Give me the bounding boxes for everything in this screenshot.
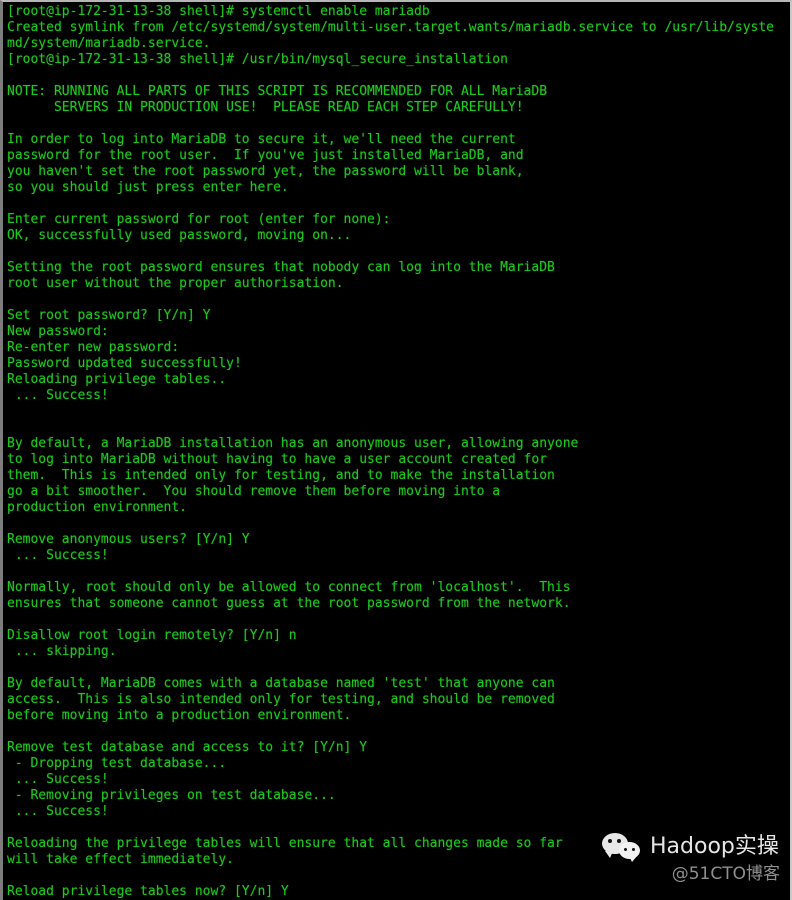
terminal-line: Created symlink from /etc/systemd/system… [7, 20, 775, 35]
terminal-window[interactable]: [root@ip-172-31-13-38 shell]# systemctl … [0, 0, 792, 900]
terminal-line: md/system/mariadb.service. [7, 36, 211, 51]
terminal-line: ensures that someone cannot guess at the… [7, 596, 571, 611]
terminal-line: before moving into a production environm… [7, 708, 352, 723]
terminal-line: By default, MariaDB comes with a databas… [7, 676, 555, 691]
terminal-line: Reloading the privilege tables will ensu… [7, 836, 563, 851]
terminal-line: will take effect immediately. [7, 852, 234, 867]
terminal-line: OK, successfully used password, moving o… [7, 228, 352, 243]
terminal-line: go a bit smoother. You should remove the… [7, 484, 501, 499]
terminal-line: ... Success! [7, 804, 109, 819]
terminal-line: Disallow root login remotely? [Y/n] n [7, 628, 297, 643]
terminal-line: ... Success! [7, 388, 109, 403]
terminal-line: [root@ip-172-31-13-38 shell]# /usr/bin/m… [7, 52, 508, 67]
terminal-line: to log into MariaDB without having to ha… [7, 452, 548, 467]
terminal-line: Reload privilege tables now? [Y/n] Y [7, 884, 289, 899]
terminal-line: NOTE: RUNNING ALL PARTS OF THIS SCRIPT I… [7, 84, 548, 99]
terminal-line: Normally, root should only be allowed to… [7, 580, 571, 595]
terminal-line: - Dropping test database... [7, 756, 227, 771]
terminal-line: Remove test database and access to it? [… [7, 740, 368, 755]
terminal-output[interactable]: [root@ip-172-31-13-38 shell]# systemctl … [3, 2, 790, 900]
terminal-line: them. This is intended only for testing,… [7, 468, 555, 483]
terminal-line: root user without the proper authorisati… [7, 276, 344, 291]
terminal-line: production environment. [7, 500, 188, 515]
terminal-line: In order to log into MariaDB to secure i… [7, 132, 516, 147]
terminal-line: Enter current password for root (enter f… [7, 212, 391, 227]
terminal-line: Set root password? [Y/n] Y [7, 308, 211, 323]
terminal-line: so you should just press enter here. [7, 180, 289, 195]
terminal-line: ... skipping. [7, 644, 117, 659]
terminal-line: Re-enter new password: [7, 340, 180, 355]
terminal-line: ... Success! [7, 772, 109, 787]
terminal-line: - Removing privileges on test database..… [7, 788, 336, 803]
terminal-line: New password: [7, 324, 109, 339]
terminal-line: you haven't set the root password yet, t… [7, 164, 524, 179]
terminal-line: access. This is also intended only for t… [7, 692, 555, 707]
terminal-line: ... Success! [7, 548, 109, 563]
terminal-line: Password updated successfully! [7, 356, 242, 371]
terminal-line: password for the root user. If you've ju… [7, 148, 524, 163]
terminal-line: Remove anonymous users? [Y/n] Y [7, 532, 250, 547]
terminal-line: Reloading privilege tables.. [7, 372, 227, 387]
terminal-line: By default, a MariaDB installation has a… [7, 436, 579, 451]
terminal-line: SERVERS IN PRODUCTION USE! PLEASE READ E… [7, 100, 524, 115]
terminal-line: [root@ip-172-31-13-38 shell]# systemctl … [7, 4, 430, 19]
terminal-line: Setting the root password ensures that n… [7, 260, 555, 275]
